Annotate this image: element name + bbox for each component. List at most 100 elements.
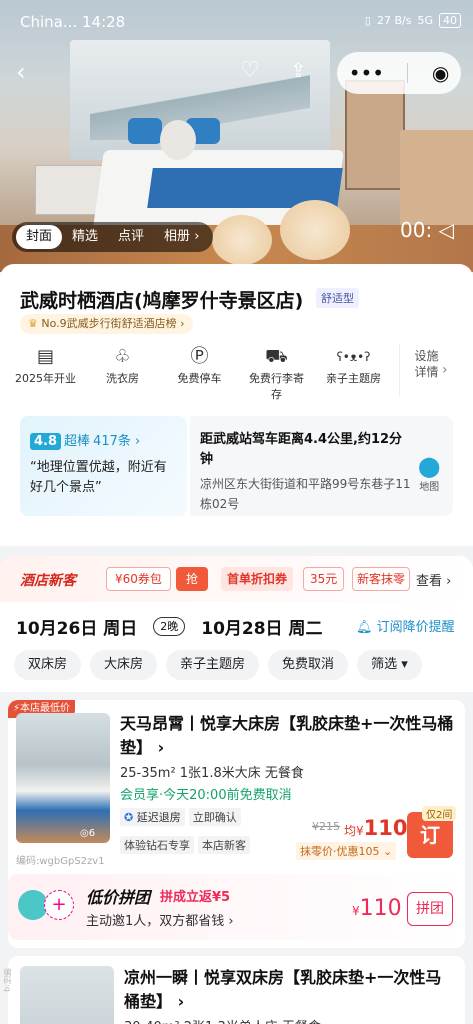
map-button[interactable]: ⬤ 地图	[418, 454, 440, 493]
tab-album-label: 相册	[164, 229, 191, 244]
room-door	[345, 80, 405, 190]
laundry-icon: ♧	[114, 346, 131, 367]
photo-count-value: 6	[88, 828, 96, 839]
video-timer: 00: ◁	[400, 218, 454, 242]
first-order-coupon-value[interactable]: 35元	[303, 567, 345, 591]
room-title[interactable]: 天马昂霄丨悦享大床房【乳胶床垫+一次性马桶垫】 ›	[120, 712, 455, 760]
room-tag: 立即确认	[188, 808, 241, 826]
distance-text: 距武威站驾车距离4.4公里,约12分钟	[200, 432, 403, 467]
map-label: 地图	[419, 482, 440, 493]
group-buy-rebate: 拼成立返¥5	[160, 890, 231, 905]
review-quote: “地理位置优越，附近有好几个景点”	[30, 460, 167, 495]
invite-plus-icon[interactable]: +	[44, 890, 74, 920]
facility-label: 2025年开业	[15, 372, 76, 385]
capsule-divider	[407, 63, 409, 83]
view-all-coupons[interactable]: 查看 ›	[416, 570, 451, 589]
video-time: 00:	[400, 218, 433, 242]
gallery-tabs: 封面 精选 点评 相册 ›	[12, 222, 214, 252]
favorite-heart-icon[interactable]: ♡	[240, 58, 260, 83]
flame-icon: ⚡	[13, 703, 21, 714]
facilities-row: ▤ 2025年开业 ♧ 洗衣房 Ⓟ 免费停车 ⛟ 免费行李寄存 ʕ•ᴥ•ʔ 亲子主题房 设…	[14, 344, 464, 401]
chevron-right-icon: ›	[194, 229, 200, 244]
building-icon: ▤	[36, 346, 54, 367]
hotel-type-badge: 舒适型	[316, 288, 359, 308]
room-photo[interactable]	[20, 966, 114, 1024]
member-benefit: 会员享·今天20:00前免费取消	[120, 788, 292, 803]
room-code: 编码:wgbGpS2zv1	[16, 856, 105, 867]
room-tag-label: 延迟退房	[136, 811, 181, 824]
tab-reviews[interactable]: 点评	[108, 225, 154, 249]
bell-icon: 🔔︎	[356, 620, 377, 635]
filter-free-cancel[interactable]: 免费取消	[268, 650, 349, 680]
facility-opened[interactable]: ▤ 2025年开业	[14, 344, 77, 396]
location-summary[interactable]: 距武威站驾车距离4.4公里,约12分钟 凉州区东大街街道和平路99号东巷子11栋…	[190, 416, 453, 516]
tab-featured[interactable]: 精选	[62, 225, 108, 249]
miniapp-capsule: ••• ◉	[337, 52, 461, 94]
verified-icon: ✪	[124, 811, 137, 824]
mute-icon[interactable]: ◁	[432, 218, 454, 242]
group-price: ¥110	[352, 896, 402, 921]
tab-cover[interactable]: 封面	[16, 225, 63, 249]
rose-decoration	[212, 215, 272, 265]
filter-family-room[interactable]: 亲子主题房	[166, 650, 260, 680]
battery-icon: 40	[439, 13, 461, 28]
group-buy-title: 低价拼团	[86, 888, 151, 907]
date-selector[interactable]: 10月26日 周日 2晚 10月28日 周二	[16, 614, 322, 639]
original-price: ¥215	[312, 820, 340, 833]
filter-king-room[interactable]: 大床房	[90, 650, 158, 680]
luggage-icon: ⛟	[265, 346, 288, 367]
new-guest-label: 酒店新客	[20, 573, 76, 589]
facility-label: 亲子主题房	[326, 372, 381, 385]
review-score: 4.8	[30, 433, 62, 450]
price-alert-button[interactable]: 🔔︎ 订阅降价提醒	[356, 616, 455, 635]
ranking-badge[interactable]: ♛ No.9武威步行街舒适酒店榜 ›	[20, 314, 193, 334]
facility-laundry[interactable]: ♧ 洗衣房	[91, 344, 154, 396]
side-table	[35, 165, 105, 215]
facility-luggage[interactable]: ⛟ 免费行李寄存	[245, 344, 308, 401]
review-count: 417条 ›	[93, 434, 141, 449]
filter-more[interactable]: 筛选 ▾	[357, 650, 422, 680]
new-guest-coupon[interactable]: 新客抹零	[352, 567, 410, 591]
room-tags: ✪ 延迟退房 立即确认 体验钻石专享 本店新客	[120, 808, 300, 860]
room-specs: 25-35m² 1张1.8米大床 无餐食	[120, 766, 304, 781]
room-title[interactable]: 凉州一瞬丨悦享双床房【乳胶床垫+一次性马桶垫】 ›	[124, 966, 454, 1014]
status-icons: ▯ 27 B/s 5G 40	[365, 13, 461, 28]
discount-info[interactable]: 抹零价·优惠105 ⌄	[296, 842, 397, 860]
photo-count: ◎6	[80, 828, 95, 839]
group-buy-button[interactable]: 拼团	[407, 892, 453, 926]
rose-decoration	[280, 200, 350, 260]
view-all-label: 查看	[416, 574, 443, 589]
carrier: China...	[20, 13, 78, 31]
net-speed: 27 B/s	[376, 14, 412, 27]
close-circle-icon[interactable]: ◉	[432, 61, 449, 85]
checkout-date: 10月28日 周二	[201, 619, 323, 639]
first-order-coupon[interactable]: 首单折扣券	[221, 567, 294, 591]
coupon-pack[interactable]: ¥60券包	[106, 567, 171, 591]
review-summary[interactable]: 4.8 超棒 417条 › “地理位置优越，附近有好几个景点”	[20, 416, 187, 516]
facility-family-room[interactable]: ʕ•ᴥ•ʔ 亲子主题房	[322, 344, 385, 396]
room-tag: 体验钻石专享	[120, 836, 194, 854]
average-price-prefix: 均¥	[344, 824, 364, 838]
more-dots-icon[interactable]: •••	[349, 61, 384, 85]
group-buy-desc: 主动邀1人，双方都省钱 ›	[86, 914, 234, 929]
map-pin-icon: ⬤	[418, 454, 441, 478]
tab-album[interactable]: 相册 ›	[154, 225, 209, 249]
chevron-right-icon[interactable]: ›	[442, 362, 448, 378]
review-label: 超棒	[64, 434, 91, 449]
signal-icon: 5G	[417, 14, 433, 27]
room-code: 编码:q	[3, 968, 12, 992]
grab-coupon-button[interactable]: 抢	[176, 567, 209, 591]
share-icon[interactable]: ⇪	[290, 58, 307, 82]
parking-icon: Ⓟ	[190, 346, 209, 367]
facility-parking[interactable]: Ⓟ 免费停车	[168, 344, 231, 396]
facility-label: 免费行李寄存	[249, 372, 304, 401]
chevron-down-icon: ⌄	[383, 845, 393, 858]
average-price: 均¥110	[344, 816, 407, 840]
medal-icon: ♛	[28, 317, 42, 330]
ranking-text: No.9武威步行街舒适酒店榜	[41, 317, 177, 330]
back-icon[interactable]: ‹	[16, 58, 26, 86]
camera-icon: ◎	[80, 828, 89, 839]
room-photo[interactable]	[16, 713, 110, 843]
price-prefix: ¥	[352, 904, 360, 918]
filter-twin-room[interactable]: 双床房	[14, 650, 82, 680]
